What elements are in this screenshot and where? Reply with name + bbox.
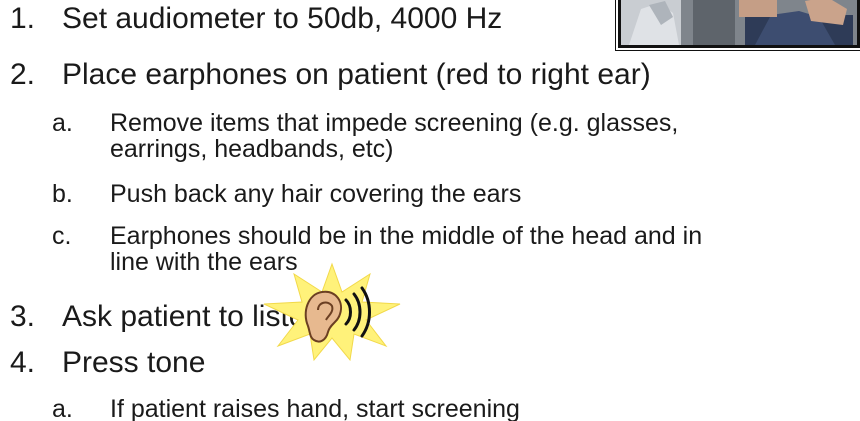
substep-letter: a. xyxy=(52,109,73,137)
substep-letter: a. xyxy=(52,395,73,421)
step-number: 2. xyxy=(10,58,36,91)
substep-text: Remove items that impede screening (e.g.… xyxy=(110,109,679,137)
step-text: Place earphones on patient (red to right… xyxy=(62,58,651,91)
substep-remove-items-continued: earrings, headbands, etc) xyxy=(110,135,394,163)
slide: 1. Set audiometer to 50db, 4000 Hz 2. Pl… xyxy=(0,0,860,421)
substep-text: Earphones should be in the middle of the… xyxy=(110,222,703,250)
step-number: 4. xyxy=(10,346,36,379)
screening-photo xyxy=(615,0,860,51)
step-number: 1. xyxy=(10,2,36,35)
substep-letter: b. xyxy=(52,180,73,208)
substep-text: Push back any hair covering the ears xyxy=(110,180,522,208)
substep-text: If patient raises hand, start screening xyxy=(110,395,520,421)
ear-listening-icon xyxy=(262,262,402,362)
substep-letter: c. xyxy=(52,222,72,250)
step-number: 3. xyxy=(10,300,36,333)
step-text: Press tone xyxy=(62,346,206,379)
step-text: Set audiometer to 50db, 4000 Hz xyxy=(62,2,503,35)
